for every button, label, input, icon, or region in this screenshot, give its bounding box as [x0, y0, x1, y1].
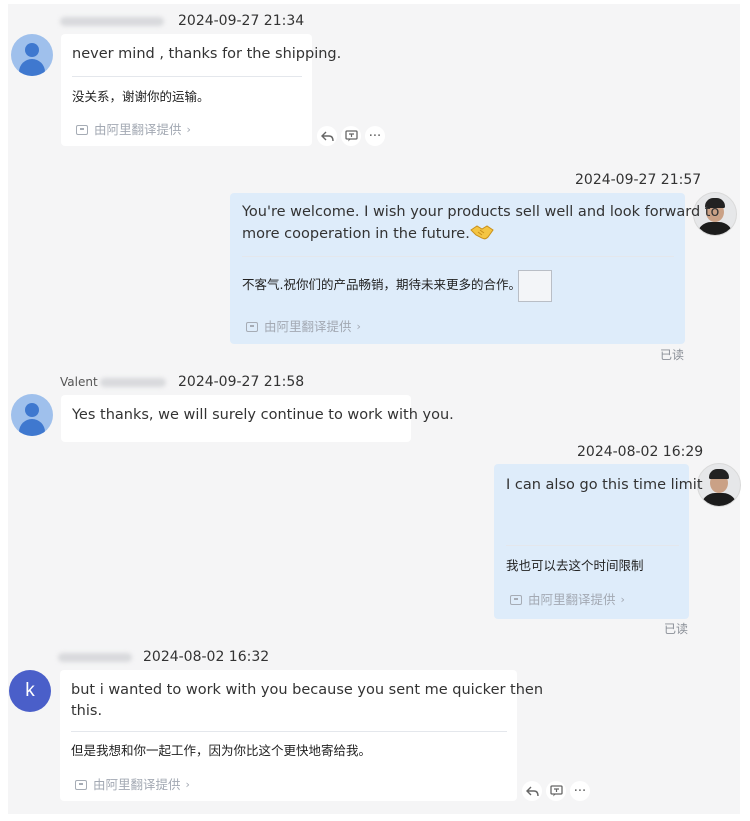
read-status: 已读: [664, 622, 689, 636]
translation-divider: [72, 76, 302, 77]
translation-credit-link[interactable]: 由阿里翻译提供 ›: [76, 122, 191, 138]
chevron-right-icon: ›: [356, 320, 361, 333]
translate-icon: [75, 780, 87, 790]
message-timestamp: 2024-09-27 21:34: [178, 13, 305, 29]
reply-icon[interactable]: [317, 126, 337, 146]
sender-name-redacted: [100, 378, 166, 387]
message-text-line: this.: [71, 703, 103, 719]
chevron-right-icon: ›: [620, 593, 625, 606]
broken-image-icon[interactable]: [518, 270, 552, 302]
message-actions: ···: [317, 126, 385, 146]
translation-text: 但是我想和你一起工作，因为你比这个更快地寄给我。: [71, 743, 372, 758]
translate-icon[interactable]: [546, 781, 566, 801]
translation-text: 不客气.祝你们的产品畅销，期待未来更多的合作。: [242, 277, 521, 292]
sender-name-partial: Valent: [60, 375, 98, 387]
translation-credit-link[interactable]: 由阿里翻译提供 ›: [246, 319, 361, 335]
read-status: 已读: [660, 348, 685, 362]
message-text-line2: more cooperation in the future.: [242, 226, 470, 242]
translate-icon: [510, 595, 522, 605]
translation-divider: [506, 545, 679, 546]
credit-label: 由阿里翻译提供: [528, 592, 616, 607]
message-text-line: You're welcome. I wish your products sel…: [242, 204, 720, 220]
translation-text: 没关系，谢谢你的运输。: [72, 89, 210, 104]
message-text: I can also go this time limit: [506, 477, 703, 493]
sender-avatar[interactable]: k: [9, 670, 51, 712]
credit-label: 由阿里翻译提供: [94, 122, 182, 137]
message-timestamp: 2024-08-02 16:29: [577, 444, 704, 460]
message-text: Yes thanks, we will surely continue to w…: [72, 407, 454, 423]
credit-label: 由阿里翻译提供: [93, 777, 181, 792]
chevron-right-icon: ›: [186, 123, 191, 136]
message-timestamp: 2024-08-02 16:32: [143, 649, 270, 665]
translation-credit-link[interactable]: 由阿里翻译提供 ›: [510, 592, 625, 608]
sender-avatar[interactable]: [11, 394, 53, 436]
message-text-line: more cooperation in the future.: [242, 223, 494, 245]
sender-name-redacted: [58, 653, 132, 662]
translate-icon: [76, 125, 88, 135]
translate-icon: [246, 322, 258, 332]
reply-icon[interactable]: [522, 781, 542, 801]
credit-label: 由阿里翻译提供: [264, 319, 352, 334]
chevron-right-icon: ›: [185, 778, 190, 791]
sender-name-redacted: [60, 17, 164, 26]
translation-credit-link[interactable]: 由阿里翻译提供 ›: [75, 777, 190, 793]
more-icon[interactable]: ···: [570, 781, 590, 801]
handshake-emoji: [470, 223, 494, 241]
own-avatar[interactable]: [697, 463, 741, 507]
translate-icon[interactable]: [341, 126, 361, 146]
message-timestamp: 2024-09-27 21:57: [575, 172, 702, 188]
translation-divider: [71, 731, 507, 732]
translation-divider: [242, 256, 674, 257]
translation-text: 我也可以去这个时间限制: [506, 558, 644, 573]
more-icon[interactable]: ···: [365, 126, 385, 146]
message-text-line: but i wanted to work with you because yo…: [71, 682, 544, 698]
message-text: never mind , thanks for the shipping.: [72, 46, 342, 62]
sender-avatar[interactable]: [11, 34, 53, 76]
message-timestamp: 2024-09-27 21:58: [178, 374, 305, 390]
message-actions: ···: [522, 781, 590, 801]
